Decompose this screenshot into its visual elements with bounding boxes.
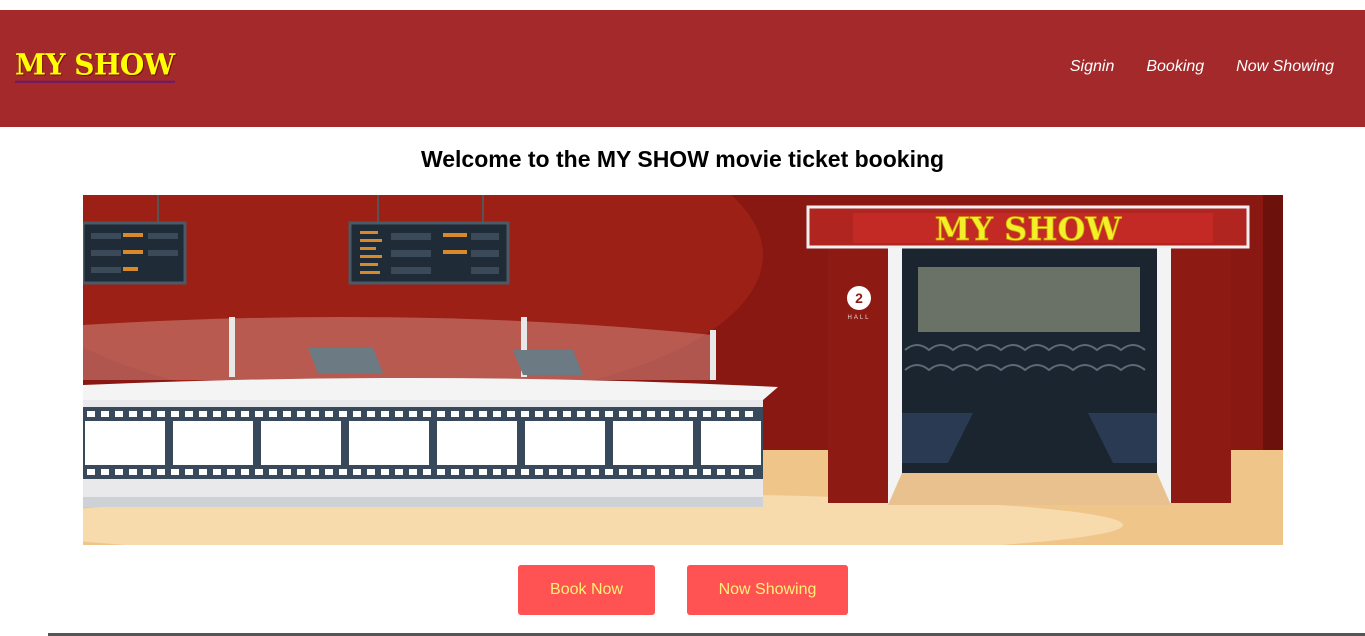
action-buttons: Book Now Now Showing: [518, 565, 848, 615]
hero-sign-text: MY SHOW: [935, 210, 1123, 248]
site-header: MY SHOW Signin Booking Now Showing: [0, 10, 1365, 127]
hall-number: 2: [855, 290, 863, 306]
welcome-heading: Welcome to the MY SHOW movie ticket book…: [420, 146, 945, 172]
hall-label: HALL: [847, 315, 870, 321]
now-showing-button[interactable]: Now Showing: [687, 565, 848, 615]
hero-image: 2 HALL MY SHOW: [83, 195, 1283, 545]
book-now-button[interactable]: Book Now: [518, 565, 655, 615]
nav-now-showing[interactable]: Now Showing: [1236, 58, 1334, 76]
nav-booking[interactable]: Booking: [1146, 58, 1204, 76]
nav-signin[interactable]: Signin: [1070, 58, 1114, 76]
site-logo[interactable]: MY SHOW: [15, 49, 175, 83]
main-nav: Signin Booking Now Showing: [1070, 58, 1334, 76]
top-strip: [0, 0, 1365, 10]
